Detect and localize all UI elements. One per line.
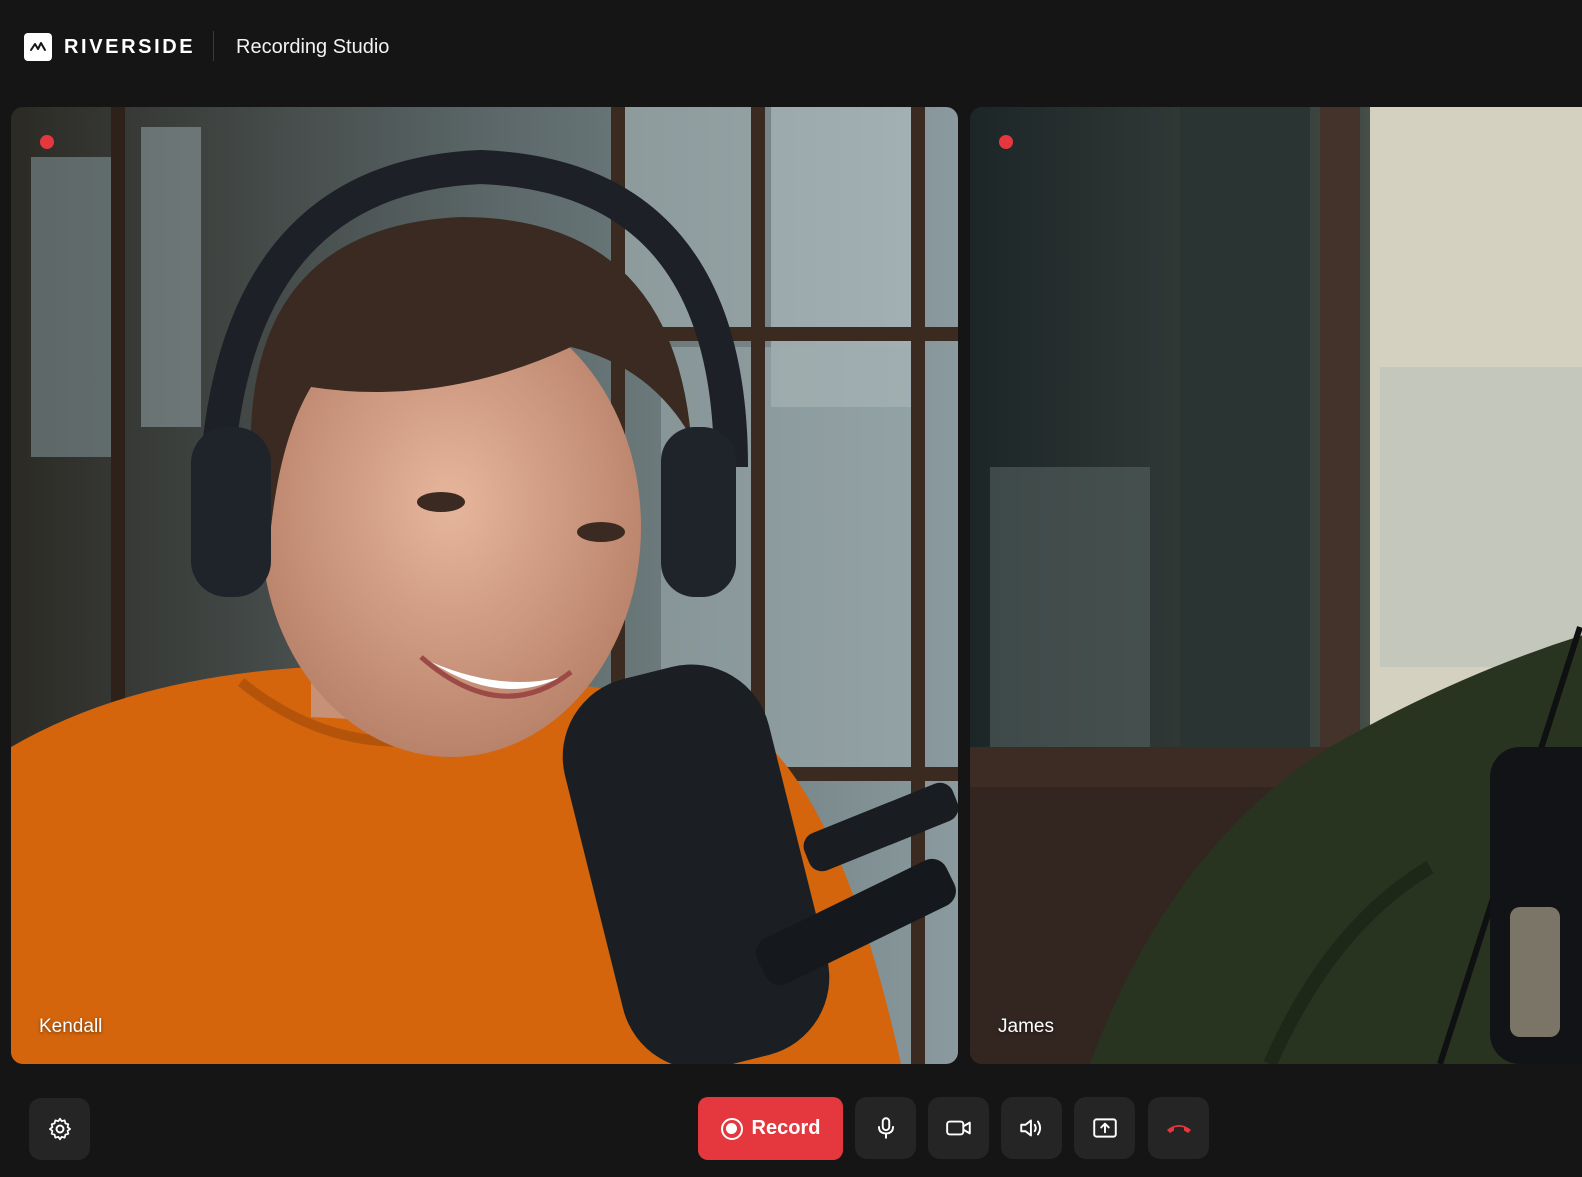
settings-button[interactable] (29, 1098, 90, 1160)
participant-name-label: Kendall (39, 1016, 103, 1037)
participant-video-feed (11, 107, 958, 1064)
camera-icon (945, 1120, 971, 1136)
speaker-button[interactable] (1001, 1097, 1062, 1159)
participant-name-label: James (998, 1016, 1054, 1037)
microphone-icon (877, 1117, 894, 1139)
header-divider (213, 31, 214, 61)
header: RIVERSIDE Recording Studio (0, 0, 1582, 94)
recording-indicator-dot (999, 135, 1013, 149)
hang-up-button[interactable] (1148, 1097, 1209, 1159)
speaker-icon (1019, 1119, 1041, 1137)
recording-indicator-dot (40, 135, 54, 149)
gear-icon (48, 1117, 71, 1141)
share-screen-button[interactable] (1074, 1097, 1135, 1159)
brand-name: RIVERSIDE (64, 36, 196, 58)
recording-studio-window: RIVERSIDE Recording Studio Kendall James… (0, 0, 1582, 1177)
record-button[interactable]: Record (698, 1097, 843, 1160)
riverside-logo-icon (24, 33, 52, 61)
record-icon (720, 1117, 743, 1140)
page-title: Recording Studio (236, 36, 390, 58)
participant-video-tile-james[interactable]: James (970, 107, 1582, 1064)
record-button-label: Record (751, 1117, 821, 1139)
share-screen-icon (1092, 1118, 1117, 1138)
camera-button[interactable] (928, 1097, 989, 1159)
microphone-button[interactable] (855, 1097, 916, 1159)
hang-up-icon (1166, 1125, 1191, 1133)
participant-video-tile-kendall[interactable]: Kendall (11, 107, 958, 1064)
participant-video-feed (970, 107, 1582, 1064)
